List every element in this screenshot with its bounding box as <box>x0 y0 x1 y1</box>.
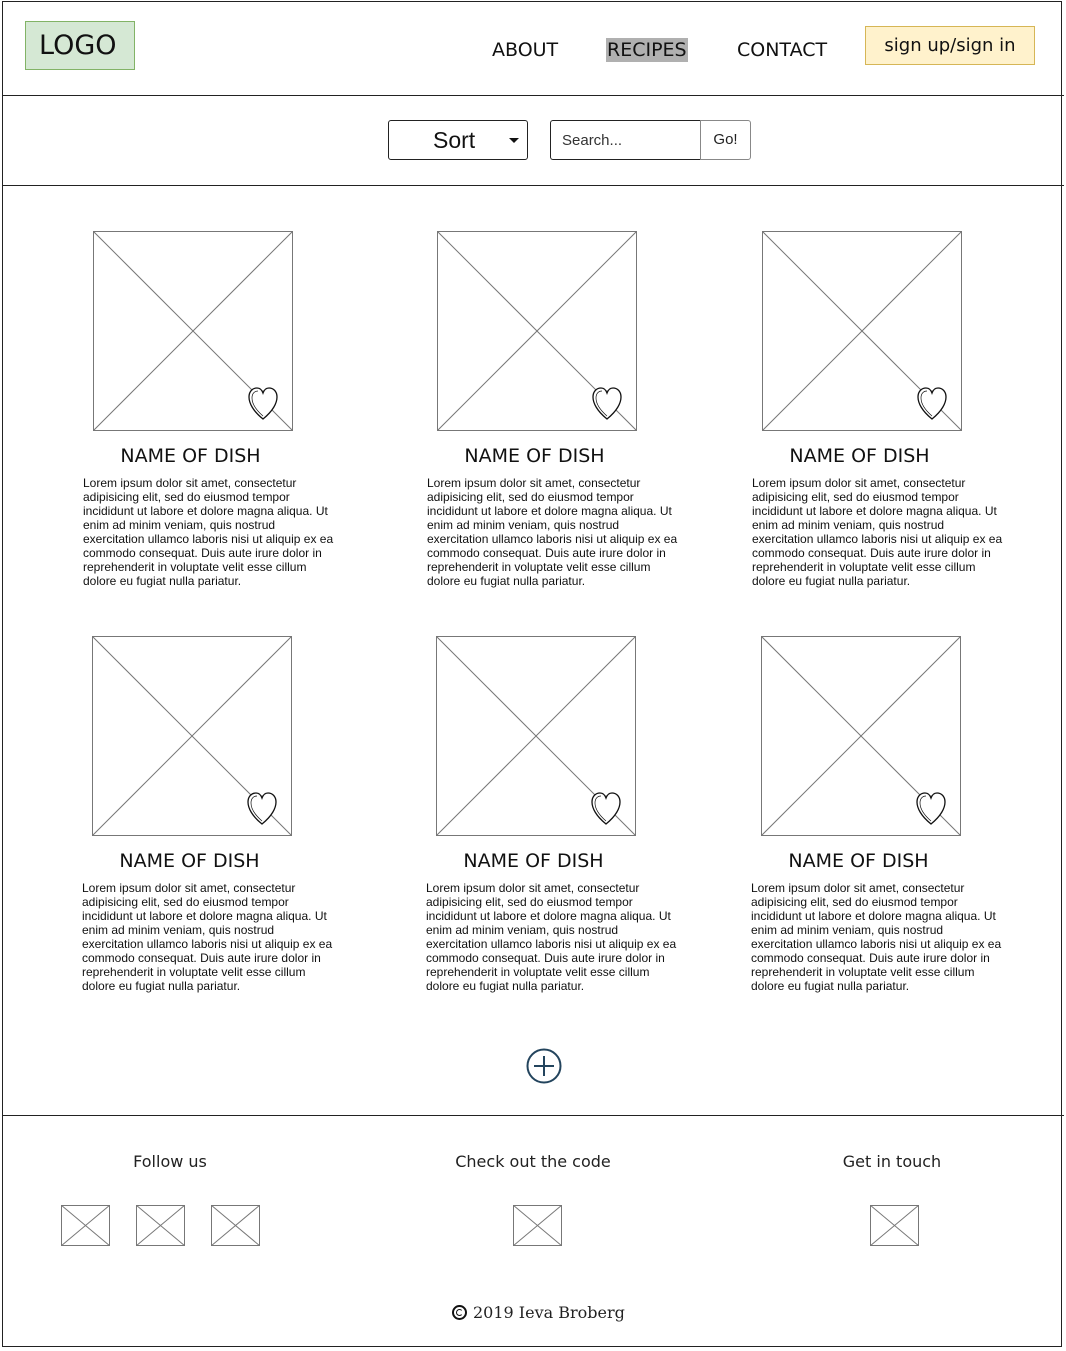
contact-icon[interactable] <box>870 1205 919 1246</box>
toolbar-divider <box>2 185 1064 186</box>
dish-description: Lorem ipsum dolor sit amet, consectetur … <box>82 881 333 993</box>
image-placeholder-icon[interactable] <box>93 231 293 431</box>
caret-down-icon <box>509 138 519 143</box>
search-go-button[interactable]: Go! <box>700 120 751 160</box>
copyright: 2019 Ieva Broberg <box>452 1302 625 1324</box>
dish-name[interactable]: NAME OF DISH <box>82 849 297 873</box>
nav-recipes[interactable]: RECIPES <box>606 38 688 62</box>
dish-name[interactable]: NAME OF DISH <box>752 444 967 468</box>
image-placeholder-icon[interactable] <box>436 636 636 836</box>
dish-name[interactable]: NAME OF DISH <box>427 444 642 468</box>
nav-about[interactable]: ABOUT <box>492 38 558 62</box>
logo[interactable]: LOGO <box>25 21 135 70</box>
copyright-icon <box>452 1305 467 1320</box>
sign-in-button[interactable]: sign up/sign in <box>865 26 1035 65</box>
header-divider <box>2 95 1064 96</box>
image-placeholder-icon[interactable] <box>92 636 292 836</box>
social-icon-1[interactable] <box>61 1205 110 1246</box>
copyright-text: 2019 Ieva Broberg <box>473 1303 625 1322</box>
image-placeholder-icon[interactable] <box>761 636 961 836</box>
dish-description: Lorem ipsum dolor sit amet, consectetur … <box>427 476 678 588</box>
footer-divider <box>2 1115 1064 1116</box>
check-code-title: Check out the code <box>455 1152 611 1171</box>
nav-contact[interactable]: CONTACT <box>737 38 827 62</box>
search-input[interactable] <box>550 120 702 160</box>
image-placeholder-icon[interactable] <box>762 231 962 431</box>
follow-us-title: Follow us <box>133 1152 207 1171</box>
dish-name[interactable]: NAME OF DISH <box>83 444 298 468</box>
dish-description: Lorem ipsum dolor sit amet, consectetur … <box>751 881 1002 993</box>
dish-description: Lorem ipsum dolor sit amet, consectetur … <box>83 476 334 588</box>
sort-dropdown[interactable]: Sort <box>388 120 528 160</box>
get-in-touch-title: Get in touch <box>842 1152 942 1171</box>
github-icon[interactable] <box>513 1205 562 1246</box>
plus-circle-icon[interactable] <box>526 1048 562 1084</box>
dish-description: Lorem ipsum dolor sit amet, consectetur … <box>752 476 1003 588</box>
dish-name[interactable]: NAME OF DISH <box>751 849 966 873</box>
sort-label: Sort <box>433 127 476 153</box>
dish-description: Lorem ipsum dolor sit amet, consectetur … <box>426 881 677 993</box>
dish-name[interactable]: NAME OF DISH <box>426 849 641 873</box>
social-icon-3[interactable] <box>211 1205 260 1246</box>
social-icon-2[interactable] <box>136 1205 185 1246</box>
image-placeholder-icon[interactable] <box>437 231 637 431</box>
